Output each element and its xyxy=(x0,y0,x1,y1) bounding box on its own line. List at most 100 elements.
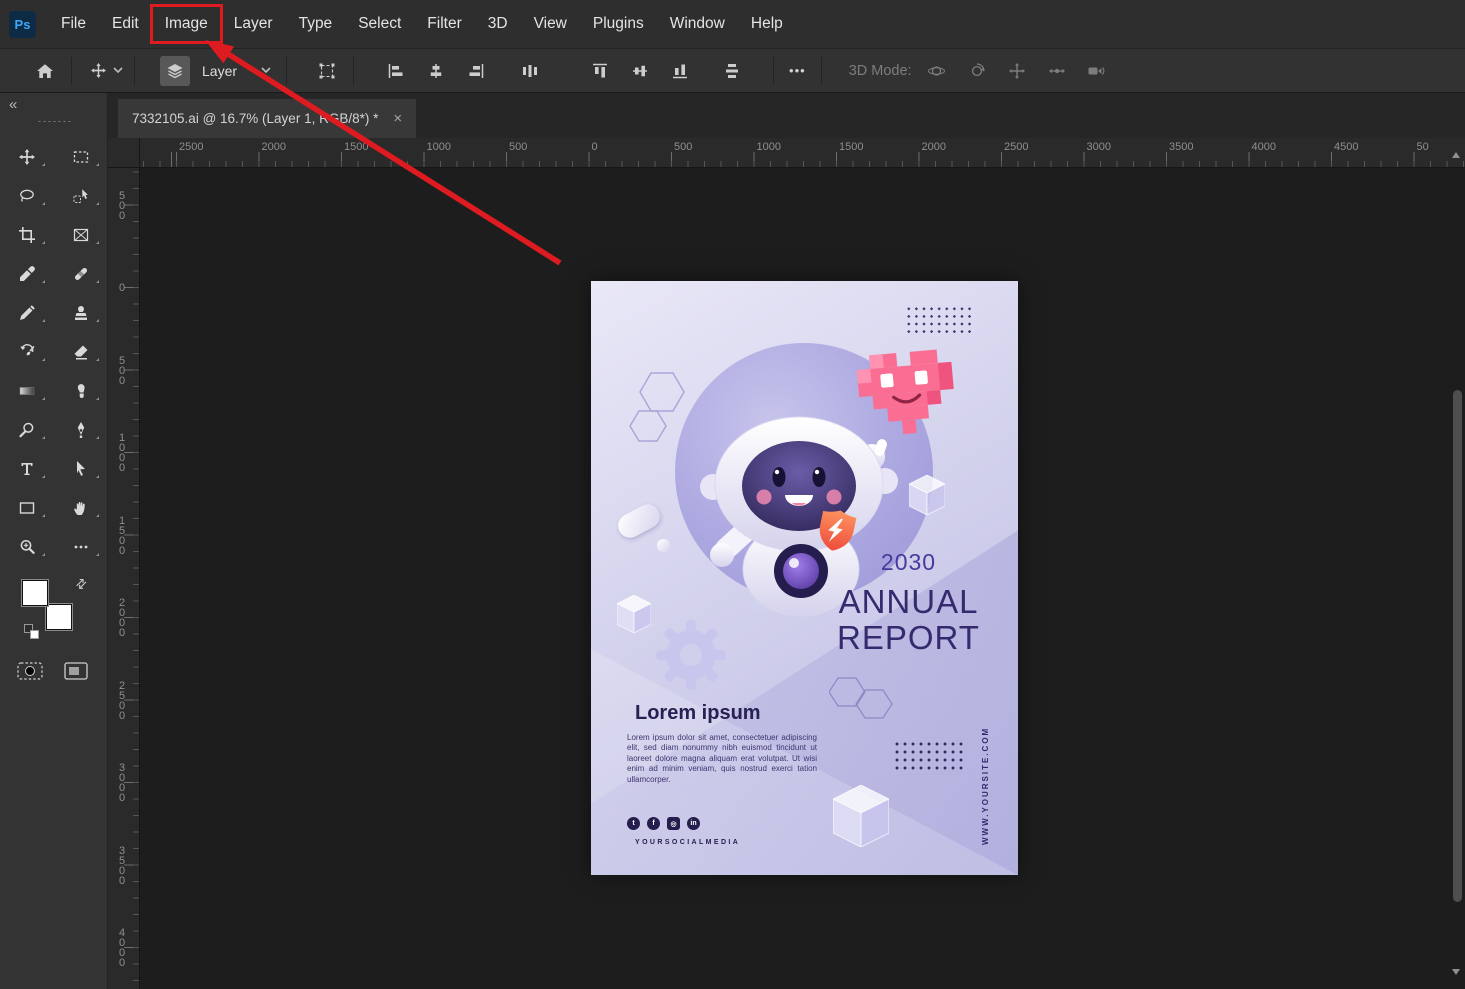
align-bottom-button[interactable] xyxy=(665,56,695,86)
tab-close-button[interactable]: × xyxy=(393,110,402,127)
align-right-button[interactable] xyxy=(461,56,491,86)
panel-grip-handle[interactable] xyxy=(37,120,71,123)
gradient-tool[interactable] xyxy=(0,371,54,410)
menu-view[interactable]: View xyxy=(521,0,580,48)
3d-orbit-button[interactable] xyxy=(922,56,952,86)
vertical-ruler-ticks-minor xyxy=(133,168,139,989)
default-colors-icon-front[interactable] xyxy=(30,630,39,639)
foreground-color-swatch[interactable] xyxy=(22,580,48,606)
social-icons-row: t f ◎ in xyxy=(627,817,700,830)
horizontal-ruler-label: 4000 xyxy=(1249,141,1276,153)
distribute-vertical-button[interactable] xyxy=(717,56,747,86)
edit-toolbar-button[interactable] xyxy=(54,527,108,566)
hexagons-graphic-right xyxy=(829,676,899,722)
horizontal-ruler-label: 0 xyxy=(589,141,598,153)
healing-brush-icon xyxy=(73,266,89,282)
panel-bottom-buttons xyxy=(0,658,108,698)
brush-tool[interactable] xyxy=(0,293,54,332)
type-tool[interactable] xyxy=(0,449,54,488)
align-middle-vertical-button[interactable] xyxy=(625,56,655,86)
3d-slide-button[interactable] xyxy=(1042,56,1072,86)
vertical-ruler-label: 3000 xyxy=(116,762,128,802)
vertical-scrollbar[interactable] xyxy=(1451,172,1464,981)
separator xyxy=(286,57,287,85)
3d-pan-icon xyxy=(1009,63,1025,79)
eyedropper-icon xyxy=(19,266,35,282)
menu-file[interactable]: File xyxy=(48,0,99,48)
auto-select-dropdown[interactable]: Layer xyxy=(202,63,271,79)
path-selection-tool[interactable] xyxy=(54,449,108,488)
align-center-horizontal-button[interactable] xyxy=(421,56,451,86)
cube-graphic xyxy=(833,785,889,847)
layers-icon xyxy=(167,63,183,79)
vertical-ruler-label: 4000 xyxy=(116,927,128,967)
scroll-up-arrow[interactable] xyxy=(1452,152,1460,158)
linkedin-icon: in xyxy=(687,817,700,830)
3d-camera-button[interactable] xyxy=(1082,56,1112,86)
menu-layer[interactable]: Layer xyxy=(221,0,286,48)
horizontal-ruler-label: 2000 xyxy=(919,141,946,153)
move-tool-options-button[interactable] xyxy=(83,56,113,86)
type-icon xyxy=(19,461,35,477)
object-selection-tool[interactable] xyxy=(54,176,108,215)
menu-edit[interactable]: Edit xyxy=(99,0,152,48)
frame-tool[interactable] xyxy=(54,215,108,254)
3d-roll-button[interactable] xyxy=(962,56,992,86)
move-icon xyxy=(19,149,35,165)
collapse-panel-button[interactable]: « xyxy=(9,96,15,113)
menu-image[interactable]: Image xyxy=(152,0,221,48)
3d-pan-button[interactable] xyxy=(1002,56,1032,86)
rectangle-tool[interactable] xyxy=(0,488,54,527)
crop-tool[interactable] xyxy=(0,215,54,254)
dodge-tool[interactable] xyxy=(0,410,54,449)
align-top-button[interactable] xyxy=(585,56,615,86)
history-brush-tool[interactable] xyxy=(0,332,54,371)
document-tab-bar: 7332105.ai @ 16.7% (Layer 1, RGB/8*) * × xyxy=(108,93,1465,138)
menu-select[interactable]: Select xyxy=(345,0,414,48)
poster-subheading: Lorem ipsum xyxy=(635,702,761,725)
rectangular-marquee-tool[interactable] xyxy=(54,137,108,176)
3d-roll-icon xyxy=(969,63,985,79)
horizontal-ruler-label: 2500 xyxy=(176,141,203,153)
pen-tool[interactable] xyxy=(54,410,108,449)
menu-window[interactable]: Window xyxy=(657,0,738,48)
menu-type[interactable]: Type xyxy=(286,0,346,48)
screen-mode-button[interactable] xyxy=(64,662,88,680)
menu-3d[interactable]: 3D xyxy=(475,0,521,48)
twitter-icon: t xyxy=(627,817,640,830)
spot-healing-brush-tool[interactable] xyxy=(54,254,108,293)
photoshop-logo[interactable]: Ps xyxy=(9,11,36,38)
align-left-button[interactable] xyxy=(381,56,411,86)
scrollbar-thumb[interactable] xyxy=(1453,390,1462,902)
hand-tool[interactable] xyxy=(54,488,108,527)
menu-help[interactable]: Help xyxy=(738,0,796,48)
menu-plugins[interactable]: Plugins xyxy=(580,0,657,48)
swap-colors-icon[interactable]: ⇄ xyxy=(72,574,91,593)
clone-stamp-tool[interactable] xyxy=(54,293,108,332)
document-tab[interactable]: 7332105.ai @ 16.7% (Layer 1, RGB/8*) * × xyxy=(118,99,416,138)
scroll-down-arrow[interactable] xyxy=(1452,969,1460,975)
eraser-tool[interactable] xyxy=(54,332,108,371)
canvas-area[interactable]: 2030 ANNUAL REPORT Lorem ipsum Lorem ips… xyxy=(140,168,1465,989)
home-button[interactable] xyxy=(30,56,60,86)
menu-filter[interactable]: Filter xyxy=(414,0,474,48)
eyedropper-tool[interactable] xyxy=(0,254,54,293)
color-swatches: ⇄ xyxy=(0,580,108,652)
align-left-icon xyxy=(388,63,404,79)
poster-title-block: 2030 ANNUAL REPORT xyxy=(826,549,991,656)
horizontal-ruler-label: 3500 xyxy=(1166,141,1193,153)
align-middle-vertical-icon xyxy=(632,63,648,79)
move-tool[interactable] xyxy=(0,137,54,176)
auto-select-toggle[interactable] xyxy=(160,56,190,86)
lasso-tool[interactable] xyxy=(0,176,54,215)
quick-mask-button[interactable] xyxy=(17,662,43,680)
chevron-down-icon[interactable] xyxy=(113,67,123,74)
distribute-horizontal-button[interactable] xyxy=(515,56,545,86)
background-color-swatch[interactable] xyxy=(46,604,72,630)
more-align-options-button[interactable]: ••• xyxy=(789,63,806,78)
zoom-tool[interactable] xyxy=(0,527,54,566)
horizontal-ruler-label: 500 xyxy=(506,141,527,153)
smudge-tool[interactable] xyxy=(54,371,108,410)
hexagons-graphic-left xyxy=(629,371,693,447)
transform-controls-toggle[interactable] xyxy=(312,56,342,86)
